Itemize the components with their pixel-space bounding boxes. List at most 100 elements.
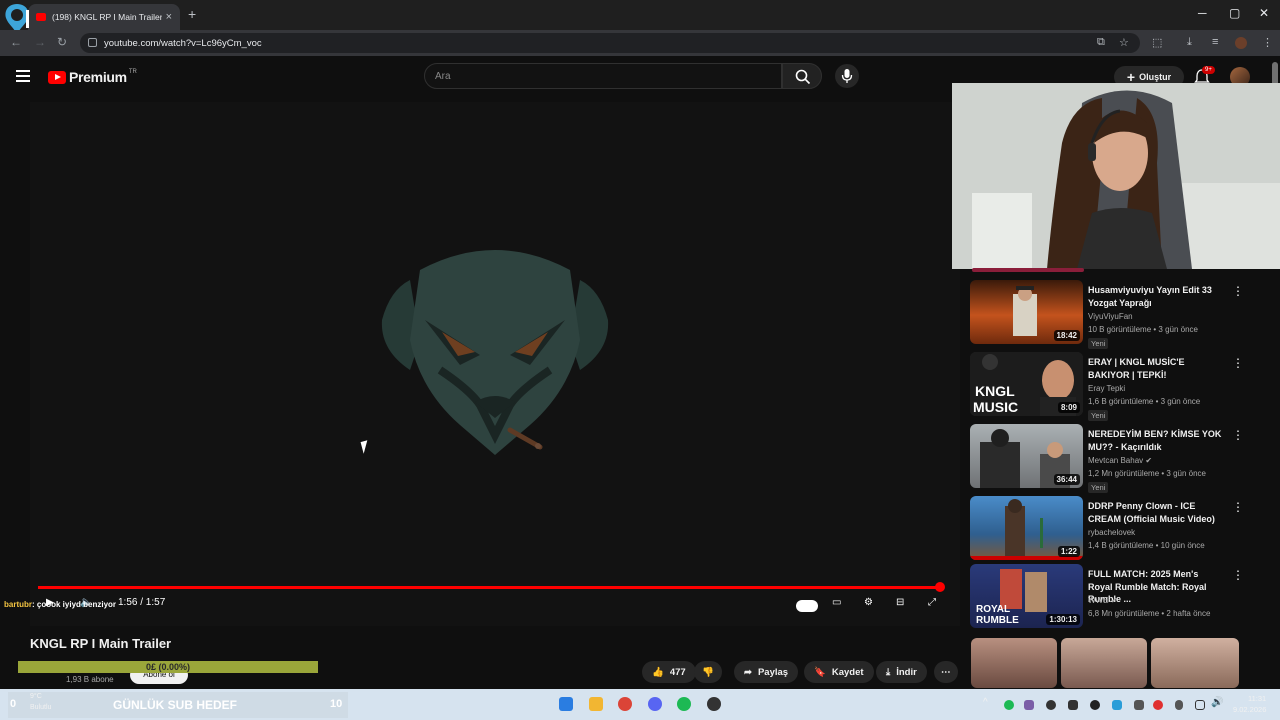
back-icon[interactable]: ←: [10, 35, 22, 49]
youtube-header: Premium TR Ara: [0, 56, 952, 100]
downloads-icon[interactable]: ⤓: [1187, 36, 1192, 49]
tray-pen-icon[interactable]: [1024, 700, 1034, 710]
recommendation-title[interactable]: ERAY | KNGL MUSİC'E BAKIYOR | TEPKİ!: [1088, 356, 1224, 381]
more-options-icon[interactable]: ⋮: [1232, 428, 1244, 442]
clock-time[interactable]: 11:31: [1248, 694, 1266, 703]
more-options-icon[interactable]: ⋮: [1232, 500, 1244, 514]
file-explorer-icon[interactable]: [589, 697, 603, 711]
region-code: TR: [128, 69, 137, 75]
new-badge: Yeni: [1088, 482, 1109, 493]
share-button[interactable]: ➦ Paylaş: [734, 661, 799, 683]
tray-app-icon[interactable]: [1090, 700, 1100, 710]
tray-app-icon[interactable]: [1046, 700, 1056, 710]
video-thumbnail[interactable]: 36:44: [970, 424, 1083, 488]
recommendation-item[interactable]: ROYAL RUMBLE 1:30:13 FULL MATCH: 2025 Me…: [970, 564, 1260, 628]
thumbs-down-icon: 👎: [702, 666, 714, 678]
chrome-icon[interactable]: [618, 697, 632, 711]
recommendation-title[interactable]: NEREDEYİM BEN? KİMSE YOK MU?? - Kaçırıld…: [1088, 428, 1224, 453]
video-meta: 6,8 Mn görüntüleme • 2 hafta önce: [1088, 609, 1211, 618]
voice-search-button[interactable]: [835, 64, 859, 88]
thumb-text-music: MUSIC: [973, 399, 1018, 415]
weather-temp: 9°C: [30, 693, 42, 700]
chat-overlay-message: bartubr: çoook iyiyd benziyor: [4, 600, 116, 609]
close-window-button[interactable]: ✕: [1259, 6, 1269, 20]
maximize-button[interactable]: ▢: [1229, 6, 1240, 20]
more-icon: ⋯: [941, 666, 951, 678]
clock-date[interactable]: 9.02.2026: [1233, 705, 1266, 714]
microphone-tray-icon[interactable]: [1175, 700, 1183, 710]
save-button[interactable]: 🔖 Kaydet: [804, 661, 874, 683]
extensions-icon[interactable]: ⬚: [1152, 36, 1162, 49]
recommendation-item[interactable]: 1:22 DDRP Penny Clown - ICE CREAM (Offic…: [970, 496, 1260, 560]
reload-icon[interactable]: ↻: [57, 35, 67, 49]
theater-mode-icon[interactable]: ⊟: [896, 597, 904, 608]
media-icon[interactable]: ≡: [1212, 36, 1218, 48]
more-options-icon[interactable]: ⋮: [1232, 284, 1244, 298]
recommendation-item[interactable]: 36:44 NEREDEYİM BEN? KİMSE YOK MU?? - Ka…: [970, 424, 1260, 493]
tray-record-icon[interactable]: [1153, 700, 1163, 710]
spotify-icon[interactable]: [677, 697, 691, 711]
thumb-text-kngl: KNGL: [975, 383, 1015, 399]
profile-avatar-icon[interactable]: [1235, 37, 1247, 49]
search-icon: [795, 69, 811, 85]
recommendation-title[interactable]: Husamviyuviyu Yayın Edit 33 Yozgat Yapra…: [1088, 284, 1224, 309]
network-icon[interactable]: [1195, 700, 1205, 710]
forward-icon[interactable]: →: [34, 35, 46, 49]
channel-name[interactable]: WWE ✔: [1088, 596, 1117, 605]
subtitles-icon[interactable]: ▭: [832, 597, 841, 608]
logo-text: Premium: [69, 69, 127, 85]
obs-icon[interactable]: [707, 697, 721, 711]
video-thumbnail[interactable]: 1:22: [970, 496, 1083, 560]
video-thumbnail[interactable]: ROYAL RUMBLE 1:30:13: [970, 564, 1083, 628]
chrome-menu-icon[interactable]: ⋮: [1262, 36, 1273, 49]
video-player[interactable]: ▶ 🔈 1:56 / 1:57 ▭ ⚙ ⊟ ⤢: [30, 102, 960, 626]
channel-name[interactable]: ViyuViyuFan: [1088, 312, 1133, 321]
channel-name[interactable]: Mevtcan Bahav ✔: [1088, 456, 1152, 465]
search-button[interactable]: [782, 63, 822, 89]
discord-icon[interactable]: [648, 697, 662, 711]
tray-app-icon[interactable]: [1068, 700, 1078, 710]
tab-close-icon[interactable]: ×: [166, 11, 172, 23]
notification-badge: 9+: [1202, 66, 1215, 74]
tray-app-icon[interactable]: [1134, 700, 1144, 710]
short-thumbnail[interactable]: [1151, 638, 1239, 688]
short-thumbnail[interactable]: [971, 638, 1057, 688]
menu-icon[interactable]: [16, 70, 30, 82]
url-field[interactable]: youtube.com/watch?v=Lc96yCm_voc: [80, 33, 1140, 53]
more-options-icon[interactable]: ⋮: [1232, 356, 1244, 370]
dislike-button[interactable]: 👎: [694, 661, 722, 683]
windows-start-icon[interactable]: [559, 697, 573, 711]
new-tab-button[interactable]: +: [188, 6, 196, 22]
browser-tab[interactable]: (198) KNGL RP I Main Trailer - Y ×: [28, 4, 180, 30]
thumb-text-rumble: RUMBLE: [976, 615, 1019, 626]
tray-app-icon[interactable]: [1112, 700, 1122, 710]
recommendation-title[interactable]: DDRP Penny Clown - ICE CREAM (Official M…: [1088, 500, 1224, 525]
more-options-icon[interactable]: ⋮: [1232, 568, 1244, 582]
minimize-button[interactable]: ─: [1198, 6, 1207, 20]
settings-gear-icon[interactable]: ⚙: [864, 597, 873, 608]
site-info-icon[interactable]: [88, 38, 97, 47]
youtube-logo[interactable]: Premium TR: [48, 69, 137, 85]
recommendation-item[interactable]: 18:42 Husamviyuviyu Yayın Edit 33 Yozgat…: [970, 280, 1260, 349]
cast-icon[interactable]: ⧉: [1097, 36, 1105, 49]
short-thumbnail[interactable]: [1061, 638, 1147, 688]
video-thumbnail[interactable]: KNGL MUSIC 8:09: [970, 352, 1083, 416]
search-input[interactable]: Ara: [424, 63, 782, 89]
download-button[interactable]: ⤓ İndir: [876, 661, 927, 683]
autoplay-toggle[interactable]: [796, 600, 818, 612]
progress-scrubber[interactable]: [934, 582, 945, 592]
tray-chevron-icon[interactable]: ^: [983, 697, 988, 708]
more-actions-button[interactable]: ⋯: [934, 661, 958, 683]
progress-bar[interactable]: [38, 582, 945, 592]
like-button[interactable]: 👍 477: [642, 661, 696, 683]
tray-app-icon[interactable]: [1004, 700, 1014, 710]
save-label: Kaydet: [831, 666, 864, 678]
recommendation-item[interactable]: KNGL MUSIC 8:09 ERAY | KNGL MUSİC'E BAKI…: [970, 352, 1260, 421]
bookmark-star-icon[interactable]: ☆: [1119, 36, 1129, 49]
share-icon: ➦: [744, 666, 752, 678]
channel-name[interactable]: Eray Tepki: [1088, 384, 1125, 393]
volume-tray-icon[interactable]: 🔊: [1211, 697, 1223, 708]
channel-name[interactable]: rybachelovek: [1088, 528, 1135, 537]
fullscreen-icon[interactable]: ⤢: [928, 597, 936, 608]
video-thumbnail[interactable]: 18:42: [970, 280, 1083, 344]
